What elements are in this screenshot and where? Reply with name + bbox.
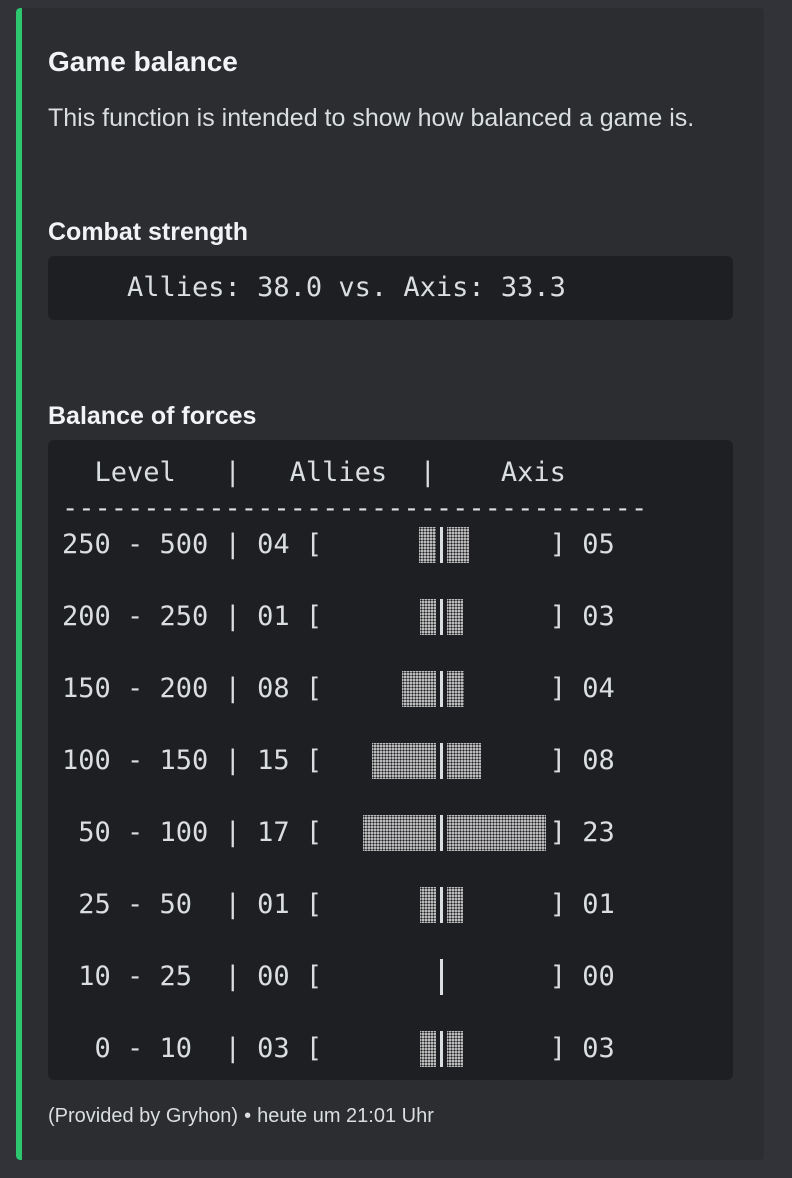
row-open-bracket: [ — [289, 961, 323, 992]
row-center-divider — [440, 887, 443, 923]
row-axis-count: 01 — [582, 889, 615, 920]
allies-bar — [401, 671, 436, 707]
row-separator: | — [208, 889, 258, 920]
row-open-bracket: [ — [289, 673, 323, 704]
row-allies-count: 15 — [257, 745, 290, 776]
row-close-bracket: ] — [549, 529, 583, 560]
row-center-divider — [440, 527, 443, 563]
row-axis-count: 00 — [582, 961, 615, 992]
row-allies-count: 08 — [257, 673, 290, 704]
row-allies-count: 01 — [257, 889, 290, 920]
forces-row: 100 - 150 | 15 [ ] 08 — [62, 745, 615, 777]
row-allies-count: 00 — [257, 961, 290, 992]
row-allies-count: 17 — [257, 817, 290, 848]
balance-of-forces-field-name: Balance of forces — [48, 402, 257, 430]
forces-header: Level | Allies | Axis — [62, 457, 566, 488]
allies-bar — [418, 527, 436, 563]
forces-row: 150 - 200 | 08 [ ] 04 — [62, 673, 615, 705]
forces-row: 25 - 50 | 01 [ ] 01 — [62, 889, 615, 921]
row-close-bracket: ] — [549, 889, 583, 920]
row-level: 200 - 250 — [62, 601, 209, 632]
footer-provider: (Provided by Gryhon) — [48, 1105, 239, 1127]
row-close-bracket: ] — [549, 673, 583, 704]
row-level: 150 - 200 — [62, 673, 209, 704]
row-allies-count: 04 — [257, 529, 290, 560]
row-close-bracket: ] — [549, 745, 583, 776]
row-close-bracket: ] — [549, 817, 583, 848]
axis-bar — [447, 1031, 463, 1067]
allies-bar — [420, 887, 436, 923]
footer-timestamp: heute um 21:01 Uhr — [257, 1105, 434, 1127]
row-bar-space — [322, 961, 550, 992]
axis-bar — [447, 599, 463, 635]
combat-strength-codeblock[interactable]: Allies: 38.0 vs. Axis: 33.3 — [48, 256, 733, 320]
row-open-bracket: [ — [289, 601, 323, 632]
forces-row: 10 - 25 | 00 [ ] 00 — [62, 961, 615, 993]
row-open-bracket: [ — [289, 889, 323, 920]
axis-bar — [447, 743, 482, 779]
row-close-bracket: ] — [549, 961, 583, 992]
axis-bar — [447, 815, 546, 851]
forces-row: 200 - 250 | 01 [ ] 03 — [62, 601, 615, 633]
forces-row: 0 - 10 | 03 [ ] 03 — [62, 1033, 615, 1065]
row-axis-count: 08 — [582, 745, 615, 776]
row-level: 10 - 25 — [62, 961, 209, 992]
row-level: 250 - 500 — [62, 529, 209, 560]
row-open-bracket: [ — [289, 529, 323, 560]
row-center-divider — [440, 959, 443, 995]
row-level: 0 - 10 — [62, 1033, 209, 1064]
row-separator: | — [208, 961, 258, 992]
row-center-divider — [440, 743, 443, 779]
row-axis-count: 03 — [582, 1033, 615, 1064]
embed-accent-bar — [16, 8, 22, 1160]
allies-bar — [362, 815, 436, 851]
row-center-divider — [440, 599, 443, 635]
row-level: 50 - 100 — [62, 817, 209, 848]
row-open-bracket: [ — [289, 1033, 323, 1064]
embed-title: Game balance — [48, 46, 238, 77]
row-open-bracket: [ — [289, 745, 323, 776]
allies-bar — [420, 1031, 436, 1067]
embed-card: Game balance This function is intended t… — [16, 8, 764, 1160]
row-allies-count: 03 — [257, 1033, 290, 1064]
combat-strength-field-name: Combat strength — [48, 218, 248, 246]
row-separator: | — [208, 673, 258, 704]
row-axis-count: 23 — [582, 817, 615, 848]
allies-bar — [420, 599, 436, 635]
balance-of-forces-codeblock[interactable]: Level | Allies | Axis ------------------… — [48, 440, 733, 1080]
footer-separator: • — [244, 1105, 252, 1127]
row-open-bracket: [ — [289, 817, 323, 848]
row-axis-count: 04 — [582, 673, 615, 704]
row-separator: | — [208, 601, 258, 632]
row-axis-count: 03 — [582, 601, 615, 632]
forces-separator: ------------------------------------ — [62, 493, 648, 524]
row-allies-count: 01 — [257, 601, 290, 632]
row-center-divider — [440, 1031, 443, 1067]
row-level: 100 - 150 — [62, 745, 209, 776]
allies-bar — [371, 743, 436, 779]
row-separator: | — [208, 817, 258, 848]
row-close-bracket: ] — [549, 1033, 583, 1064]
axis-bar — [447, 887, 463, 923]
row-close-bracket: ] — [549, 601, 583, 632]
axis-bar — [447, 671, 465, 707]
row-level: 25 - 50 — [62, 889, 209, 920]
row-center-divider — [440, 815, 443, 851]
row-center-divider — [440, 671, 443, 707]
axis-bar — [447, 527, 469, 563]
combat-strength-line: Allies: 38.0 vs. Axis: 33.3 — [62, 272, 566, 303]
embed-description: This function is intended to show how ba… — [48, 104, 695, 132]
forces-row: 250 - 500 | 04 [ ] 05 — [62, 529, 615, 561]
row-separator: | — [208, 1033, 258, 1064]
row-axis-count: 05 — [582, 529, 615, 560]
row-separator: | — [208, 745, 258, 776]
row-separator: | — [208, 529, 258, 560]
embed-footer: (Provided by Gryhon) • heute um 21:01 Uhr — [48, 1105, 434, 1128]
